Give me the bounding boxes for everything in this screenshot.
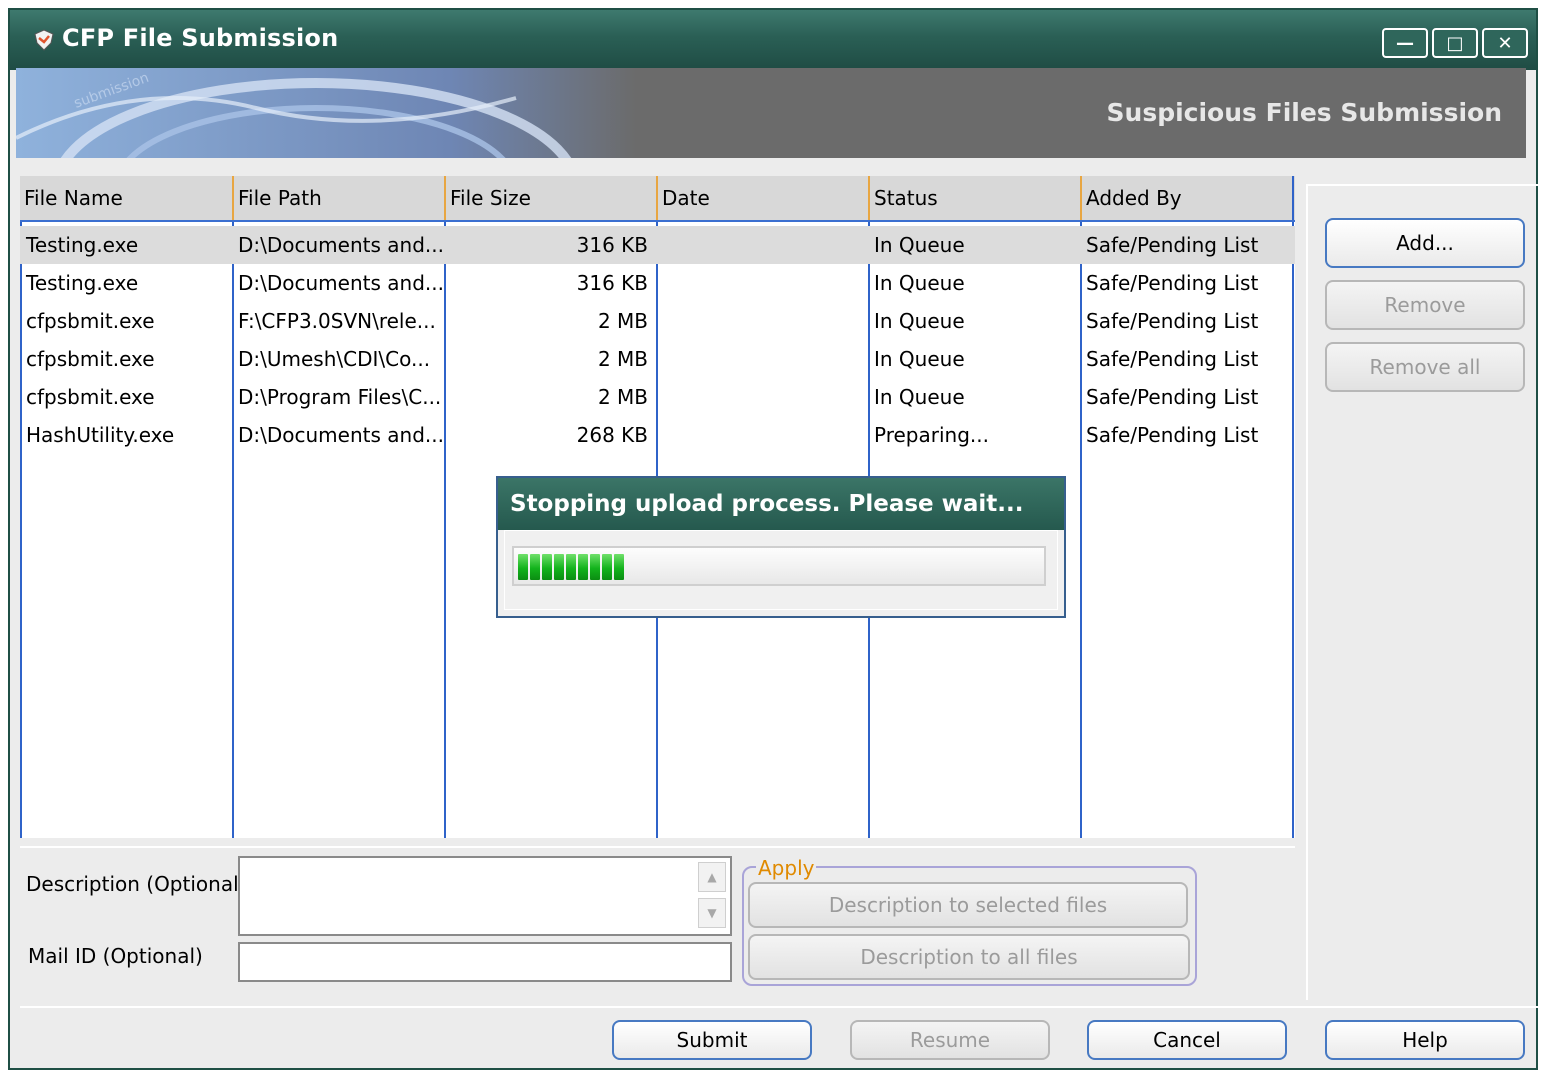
progress-segment — [590, 554, 600, 580]
remove-all-button[interactable]: Remove all — [1325, 342, 1525, 392]
column-header-date[interactable]: Date — [658, 176, 870, 220]
cell-added-by: Safe/Pending List — [1086, 233, 1259, 257]
footer-divider — [20, 1006, 1538, 1008]
apply-legend: Apply — [756, 856, 817, 880]
progress-segment — [614, 554, 624, 580]
cell-file-name: HashUtility.exe — [26, 423, 175, 447]
cell-file-name: Testing.exe — [26, 233, 139, 257]
progress-fill — [518, 554, 624, 580]
cell-added-by: Safe/Pending List — [1086, 271, 1259, 295]
scroll-down-icon[interactable]: ▼ — [698, 898, 726, 928]
header-banner: submission Suspicious Files Submission — [16, 68, 1526, 158]
cell-date — [658, 340, 868, 378]
cell-status: In Queue — [874, 271, 965, 295]
table-row[interactable]: cfpsbmit.exe D:\Program Files\C... 2 MB … — [20, 378, 1295, 416]
cell-file-path: D:\Umesh\CDI\Co... — [238, 347, 431, 371]
description-to-all-button[interactable]: Description to all files — [748, 934, 1190, 980]
cell-file-path: F:\CFP3.0SVN\rele... — [238, 309, 436, 333]
cell-file-size: 316 KB — [576, 233, 648, 257]
resume-button[interactable]: Resume — [850, 1020, 1050, 1060]
maximize-button[interactable]: □ — [1432, 28, 1478, 58]
help-button[interactable]: Help — [1325, 1020, 1525, 1060]
cell-file-path: D:\Documents and... — [238, 271, 444, 295]
minimize-icon: — — [1396, 32, 1414, 54]
cell-status: In Queue — [874, 309, 965, 333]
column-header-file-name[interactable]: File Name — [20, 176, 234, 220]
cell-date — [658, 302, 868, 340]
banner-graphic: submission — [16, 68, 636, 158]
cell-date — [658, 226, 868, 264]
cell-status: Preparing... — [874, 423, 989, 447]
minimize-button[interactable]: — — [1382, 28, 1428, 58]
list-header: File Name File Path File Size Date Statu… — [20, 176, 1295, 222]
column-header-status[interactable]: Status — [870, 176, 1082, 220]
cell-file-name: cfpsbmit.exe — [26, 347, 155, 371]
table-row[interactable]: HashUtility.exe D:\Documents and... 268 … — [20, 416, 1295, 454]
description-scrollbar[interactable]: ▲ ▼ — [698, 862, 726, 930]
cell-file-path: D:\Program Files\C... — [238, 385, 442, 409]
scroll-up-icon[interactable]: ▲ — [698, 862, 726, 892]
cell-date — [658, 378, 868, 416]
progress-segment — [602, 554, 612, 580]
column-header-file-path[interactable]: File Path — [234, 176, 446, 220]
remove-button[interactable]: Remove — [1325, 280, 1525, 330]
mail-id-field[interactable] — [238, 942, 732, 982]
cell-date — [658, 264, 868, 302]
cell-status: In Queue — [874, 385, 965, 409]
description-field[interactable]: ▲ ▼ — [238, 856, 732, 936]
title-bar[interactable]: CFP File Submission — □ ✕ — [10, 10, 1536, 70]
progress-bar — [512, 546, 1046, 586]
progress-segment — [518, 554, 528, 580]
maximize-icon: □ — [1446, 32, 1464, 54]
cell-added-by: Safe/Pending List — [1086, 423, 1259, 447]
table-row[interactable]: Testing.exe D:\Documents and... 316 KB I… — [20, 264, 1295, 302]
cell-file-size: 2 MB — [597, 309, 648, 333]
cell-file-size: 316 KB — [576, 271, 648, 295]
progress-segment — [566, 554, 576, 580]
table-row[interactable]: Testing.exe D:\Documents and... 316 KB I… — [20, 226, 1295, 264]
cell-file-name: cfpsbmit.exe — [26, 385, 155, 409]
cell-file-size: 2 MB — [597, 347, 648, 371]
progress-segment — [542, 554, 552, 580]
cell-added-by: Safe/Pending List — [1086, 309, 1259, 333]
column-header-file-size[interactable]: File Size — [446, 176, 658, 220]
table-row[interactable]: cfpsbmit.exe D:\Umesh\CDI\Co... 2 MB In … — [20, 340, 1295, 378]
progress-segment — [578, 554, 588, 580]
description-to-selected-button[interactable]: Description to selected files — [748, 882, 1188, 928]
close-button[interactable]: ✕ — [1482, 28, 1528, 58]
cell-added-by: Safe/Pending List — [1086, 385, 1259, 409]
cell-file-path: D:\Documents and... — [238, 423, 444, 447]
add-button[interactable]: Add... — [1325, 218, 1525, 268]
divider — [20, 846, 1295, 848]
close-icon: ✕ — [1497, 32, 1513, 54]
cell-file-size: 268 KB — [576, 423, 648, 447]
cell-file-name: Testing.exe — [26, 271, 139, 295]
shield-app-icon — [34, 29, 54, 51]
cell-file-name: cfpsbmit.exe — [26, 309, 155, 333]
mail-label: Mail ID (Optional) — [28, 944, 203, 968]
submit-button[interactable]: Submit — [612, 1020, 812, 1060]
cell-status: In Queue — [874, 233, 965, 257]
description-label: Description (Optional) — [26, 872, 247, 896]
cell-date — [658, 416, 868, 454]
cell-file-size: 2 MB — [597, 385, 648, 409]
banner-title: Suspicious Files Submission — [1106, 98, 1502, 127]
progress-dialog: Stopping upload process. Please wait... — [496, 476, 1066, 618]
cell-file-path: D:\Documents and... — [238, 233, 444, 257]
table-row[interactable]: cfpsbmit.exe F:\CFP3.0SVN\rele... 2 MB I… — [20, 302, 1295, 340]
progress-dialog-title: Stopping upload process. Please wait... — [498, 478, 1064, 530]
progress-segment — [530, 554, 540, 580]
cancel-button[interactable]: Cancel — [1087, 1020, 1287, 1060]
column-header-added-by[interactable]: Added By — [1082, 176, 1294, 220]
cell-status: In Queue — [874, 347, 965, 371]
cell-added-by: Safe/Pending List — [1086, 347, 1259, 371]
progress-segment — [554, 554, 564, 580]
window-title: CFP File Submission — [62, 24, 339, 52]
